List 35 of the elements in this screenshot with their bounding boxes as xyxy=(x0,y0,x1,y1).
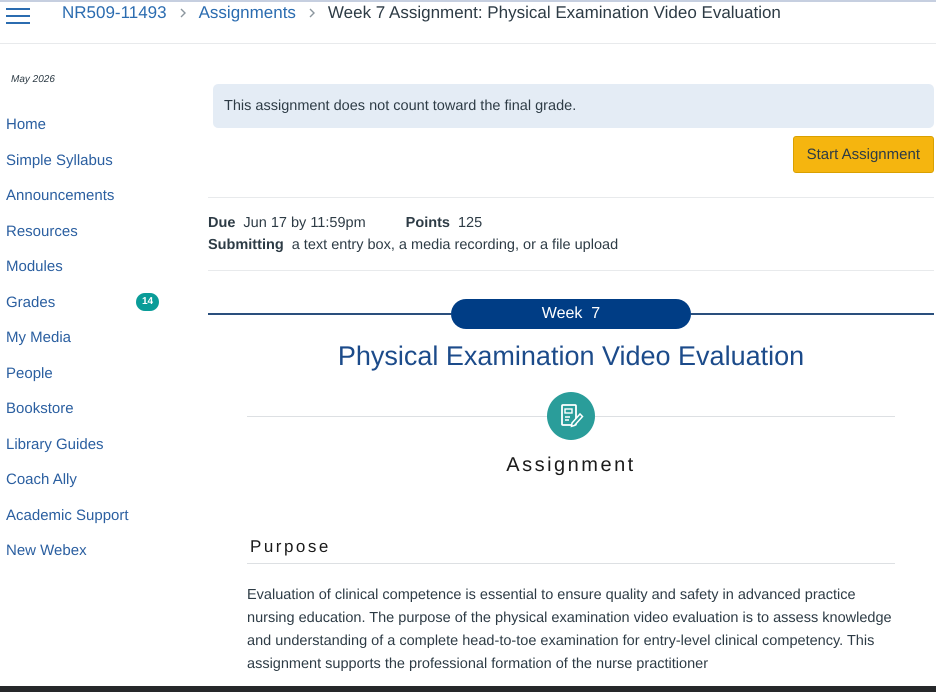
nav-link[interactable]: New Webex xyxy=(6,542,136,560)
submission-types: a text entry box, a media recording, or a file upload xyxy=(292,236,618,255)
nav-link[interactable]: Grades xyxy=(6,294,136,311)
nav-link[interactable]: Announcements xyxy=(6,187,136,204)
due-date: Jun 17 by 11:59pm xyxy=(243,214,366,233)
nav-link[interactable]: Resources xyxy=(6,222,136,240)
nav-link[interactable]: Coach Ally xyxy=(6,471,136,488)
nav-link[interactable]: Simple Syllabus xyxy=(6,152,136,169)
breadcrumb-link[interactable]: Assignments xyxy=(198,2,296,22)
nav-link[interactable]: My Media xyxy=(6,329,136,346)
chevron-icon xyxy=(178,8,187,18)
section-label: Assignment xyxy=(505,454,637,477)
start-assignment-button[interactable]: Start Assignment xyxy=(792,136,934,173)
nav-link[interactable]: Home xyxy=(6,116,136,134)
points-value: 125 xyxy=(458,214,482,233)
due-label: Due xyxy=(208,214,236,233)
purpose-paragraph: Evaluation of clinical competence is essential to ensure quality and safety in advanced practice nursing education. The purpose of the physical examination video evaluation is to assess knowledge and understanding of a complete head-to-toe examination for entry-level clinical competency. This assignment supports the professional formation of the nurse practitioner xyxy=(247,586,893,674)
nav-link[interactable]: Library Guides xyxy=(6,436,136,453)
nav-link[interactable]: Academic Support xyxy=(6,506,136,524)
section-heading: Purpose xyxy=(247,537,895,564)
assignment-heading: Physical Examination Video Evaluation xyxy=(336,341,806,372)
page-title: Week 7 Assignment: Physical Examination Video Evaluation xyxy=(328,2,781,22)
points-label: Points xyxy=(406,214,450,233)
count-badge: 14 xyxy=(136,293,160,312)
term-label: May 2026 xyxy=(11,74,55,85)
info-banner: This assignment does not count toward the final grade. xyxy=(213,84,934,128)
breadcrumb-link[interactable]: NR509-11493 xyxy=(62,2,167,22)
nav-link[interactable]: Bookstore xyxy=(6,400,136,418)
nav-link[interactable]: People xyxy=(6,364,136,382)
chevron-icon xyxy=(308,8,316,18)
nav-link[interactable]: Modules xyxy=(6,258,136,276)
document-edit-icon xyxy=(547,392,595,440)
week-banner: Week 7 xyxy=(451,299,691,329)
menu-icon[interactable] xyxy=(6,8,30,24)
submitting-label: Submitting xyxy=(208,236,284,255)
